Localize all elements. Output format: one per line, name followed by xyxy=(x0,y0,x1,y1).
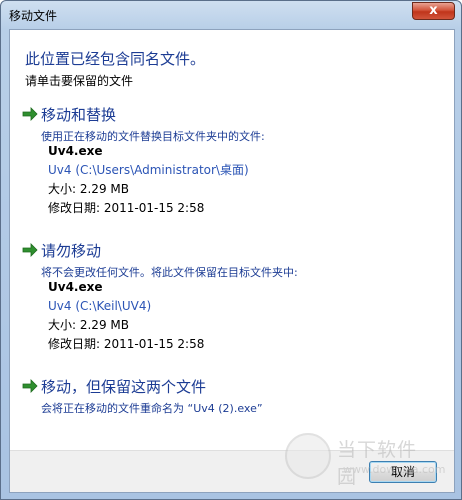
file-size: 大小: 2.29 MB xyxy=(48,182,129,196)
option-title: 移动，但保留这两个文件 xyxy=(41,378,207,396)
window-title: 移动文件 xyxy=(9,9,58,23)
file-modified: 修改日期: 2011-01-15 2:58 xyxy=(48,337,205,351)
source-file-info: Uv4.exe Uv4 (C:\Users\Administrator\桌面) … xyxy=(48,142,249,218)
dialog-content: 此位置已经包含同名文件。 请单击要保留的文件 移动和替换 使用正在移动的文件替换… xyxy=(9,29,455,493)
option-title: 移动和替换 xyxy=(41,106,117,124)
destination-file-info: Uv4.exe Uv4 (C:\Keil\UV4) 大小: 2.29 MB 修改… xyxy=(48,278,204,354)
green-arrow-icon xyxy=(22,107,38,121)
move-file-dialog: 移动文件 x 此位置已经包含同名文件。 请单击要保留的文件 移动和替换 使用正在… xyxy=(0,0,462,500)
file-path: Uv4 (C:\Keil\UV4) xyxy=(48,299,152,313)
option-description: 会将正在移动的文件重命名为 “Uv4 (2).exe” xyxy=(41,402,263,415)
file-modified: 修改日期: 2011-01-15 2:58 xyxy=(48,201,205,215)
green-arrow-icon xyxy=(22,379,38,393)
green-arrow-icon xyxy=(22,243,38,257)
watermark: 当下软件园 www.downxia.com xyxy=(285,433,445,488)
file-name: Uv4.exe xyxy=(48,144,103,158)
close-button[interactable]: x xyxy=(412,2,455,20)
file-path: Uv4 (C:\Users\Administrator\桌面) xyxy=(48,163,249,177)
dialog-heading: 此位置已经包含同名文件。 xyxy=(25,50,206,68)
title-bar: 移动文件 x xyxy=(1,1,461,29)
file-name: Uv4.exe xyxy=(48,280,103,294)
watermark-url: www.downxia.com xyxy=(343,463,446,476)
file-size: 大小: 2.29 MB xyxy=(48,318,129,332)
dialog-subheading: 请单击要保留的文件 xyxy=(25,74,134,88)
option-title: 请勿移动 xyxy=(41,242,102,260)
watermark-text: 当下软件园 xyxy=(337,439,418,488)
watermark-logo-icon xyxy=(285,433,331,479)
